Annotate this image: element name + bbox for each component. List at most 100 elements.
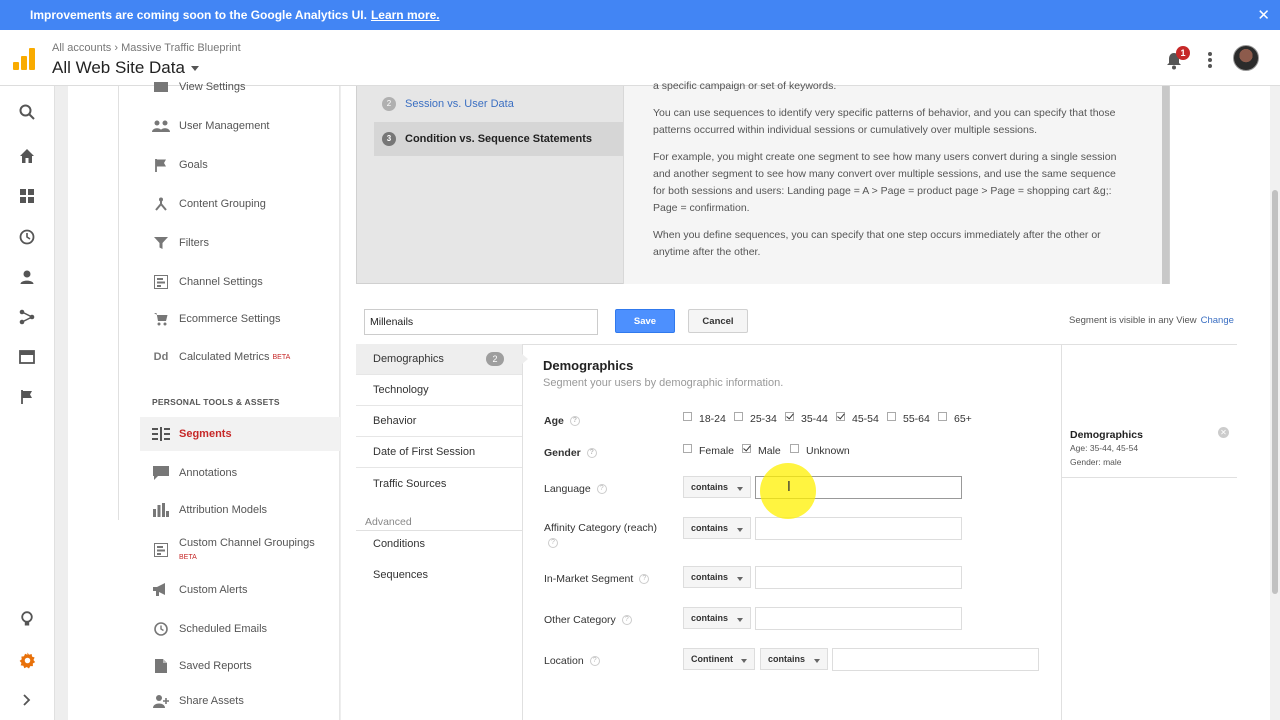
form-title: Demographics	[543, 358, 634, 373]
checkbox-checked[interactable]	[785, 411, 794, 421]
gender-checkbox-male[interactable]: Male	[742, 443, 781, 457]
admin-item-filters[interactable]: Filters	[152, 231, 209, 255]
checkbox[interactable]	[790, 443, 799, 453]
admin-item-user-management[interactable]: User Management	[152, 114, 270, 138]
tutorial-step-session-vs-user[interactable]: 2 Session vs. User Data	[374, 87, 514, 121]
location-value-input[interactable]	[832, 648, 1039, 671]
category-traffic-sources[interactable]: Traffic Sources	[356, 468, 522, 499]
help-icon[interactable]: ?	[639, 574, 650, 585]
in-market-label: In-Market Segment?	[544, 573, 650, 585]
in-market-value-input[interactable]	[755, 566, 962, 589]
admin-item-view-settings[interactable]: View Settings	[152, 75, 245, 99]
category-behavior[interactable]: Behavior	[356, 406, 522, 437]
personal-tools-heading: PERSONAL TOOLS & ASSETS	[152, 397, 280, 407]
advanced-conditions[interactable]: Conditions	[356, 538, 522, 550]
language-operator-dropdown[interactable]: contains	[683, 476, 751, 498]
summary-title: Demographics	[1070, 429, 1143, 441]
age-checkbox-45-54[interactable]: 45-54	[836, 411, 879, 425]
admin-item-channel-settings[interactable]: Channel Settings	[152, 270, 263, 294]
expand-chevron-icon[interactable]	[17, 690, 37, 710]
admin-gear-icon[interactable]	[17, 650, 37, 670]
help-icon[interactable]: ?	[569, 416, 580, 427]
breadcrumb-property[interactable]: Massive Traffic Blueprint	[121, 42, 241, 54]
admin-item-attribution-models[interactable]: Attribution Models	[152, 498, 267, 522]
left-nav-rail	[0, 86, 55, 720]
other-category-value-input[interactable]	[755, 607, 962, 630]
admin-item-goals[interactable]: Goals	[152, 153, 208, 177]
category-demographics[interactable]: Demographics 2	[356, 344, 522, 375]
admin-item-custom-channel-groupings[interactable]: Custom Channel Groupings BETA	[152, 537, 315, 565]
help-icon[interactable]: ?	[621, 615, 632, 626]
tutorial-step-condition-vs-sequence[interactable]: 3 Condition vs. Sequence Statements	[374, 122, 624, 156]
search-icon[interactable]	[17, 102, 37, 122]
affinity-value-input[interactable]	[755, 517, 962, 540]
advanced-sequences[interactable]: Sequences	[356, 569, 522, 581]
help-icon[interactable]: ?	[548, 538, 558, 549]
gender-checkbox-female[interactable]: Female	[683, 443, 734, 457]
home-icon[interactable]	[17, 146, 37, 166]
checkbox[interactable]	[887, 411, 896, 421]
conversions-flag-icon[interactable]	[17, 387, 37, 407]
segment-name-input[interactable]: Millenails	[364, 309, 598, 335]
customization-icon[interactable]	[17, 186, 37, 206]
admin-item-ecommerce-settings[interactable]: Ecommerce Settings	[152, 307, 280, 331]
help-icon[interactable]: ?	[586, 448, 597, 459]
age-checkbox-55-64[interactable]: 55-64	[887, 411, 930, 425]
tutorial-paragraph: When you define sequences, you can speci…	[653, 229, 1101, 258]
acquisition-icon[interactable]	[17, 307, 37, 327]
admin-item-scheduled-emails[interactable]: Scheduled Emails	[152, 617, 267, 641]
remove-icon[interactable]: ✕	[1218, 427, 1229, 438]
view-settings-icon	[152, 79, 170, 95]
page-scrollbar-thumb[interactable]	[1272, 190, 1278, 594]
location-scope-dropdown[interactable]: Continent	[683, 648, 755, 670]
more-options-icon[interactable]	[1207, 52, 1213, 68]
checkbox[interactable]	[938, 411, 947, 421]
admin-item-segments[interactable]: Segments	[152, 422, 232, 446]
cancel-button[interactable]: Cancel	[688, 309, 748, 333]
help-icon[interactable]: ?	[596, 484, 607, 495]
age-checkbox-25-34[interactable]: 25-34	[734, 411, 777, 425]
change-visibility-link[interactable]: Change	[1201, 315, 1234, 326]
admin-item-content-grouping[interactable]: Content Grouping	[152, 192, 266, 216]
admin-item-annotations[interactable]: Annotations	[152, 461, 237, 485]
audience-person-icon[interactable]	[17, 267, 37, 287]
age-checkbox-18-24[interactable]: 18-24	[683, 411, 726, 425]
category-date-of-first-session[interactable]: Date of First Session	[356, 437, 522, 468]
realtime-clock-icon[interactable]	[17, 227, 37, 247]
summary-age: Age: 35-44, 45-54	[1070, 443, 1139, 453]
checkbox-checked[interactable]	[742, 443, 751, 453]
learn-more-link[interactable]: Learn more.	[371, 8, 440, 22]
age-label: Age?	[544, 415, 580, 427]
tutorial-scrollbar[interactable]	[1162, 86, 1169, 284]
caret-down-icon	[737, 528, 743, 532]
shopping-cart-icon	[152, 311, 170, 327]
age-checkbox-35-44[interactable]: 35-44	[785, 411, 828, 425]
admin-item-custom-alerts[interactable]: Custom Alerts	[152, 578, 247, 602]
lightbulb-icon[interactable]	[17, 609, 37, 629]
breadcrumb[interactable]: All accounts › Massive Traffic Blueprint	[52, 42, 241, 54]
analytics-logo-icon[interactable]	[13, 48, 35, 70]
age-checkbox-65-plus[interactable]: 65+	[938, 411, 972, 425]
behavior-icon[interactable]	[17, 347, 37, 367]
category-technology[interactable]: Technology	[356, 375, 522, 406]
gender-checkbox-unknown[interactable]: Unknown	[790, 443, 850, 457]
affinity-operator-dropdown[interactable]: contains	[683, 517, 751, 539]
other-category-operator-dropdown[interactable]: contains	[683, 607, 751, 629]
avatar[interactable]	[1233, 45, 1259, 71]
breadcrumb-account[interactable]: All accounts	[52, 42, 111, 54]
active-category-pointer	[522, 354, 528, 364]
users-icon	[152, 118, 170, 134]
admin-item-share-assets[interactable]: Share Assets	[152, 689, 244, 713]
summary-gender: Gender: male	[1070, 457, 1122, 467]
admin-item-calculated-metrics[interactable]: Dd Calculated Metrics BETA	[152, 345, 291, 369]
help-icon[interactable]: ?	[589, 656, 600, 667]
checkbox[interactable]	[683, 411, 692, 421]
location-operator-dropdown[interactable]: contains	[760, 648, 828, 670]
admin-item-saved-reports[interactable]: Saved Reports	[152, 654, 252, 678]
in-market-operator-dropdown[interactable]: contains	[683, 566, 751, 588]
save-button[interactable]: Save	[615, 309, 675, 333]
checkbox[interactable]	[734, 411, 743, 421]
close-icon[interactable]: ✕	[1257, 6, 1270, 24]
checkbox-checked[interactable]	[836, 411, 845, 421]
checkbox[interactable]	[683, 443, 692, 453]
